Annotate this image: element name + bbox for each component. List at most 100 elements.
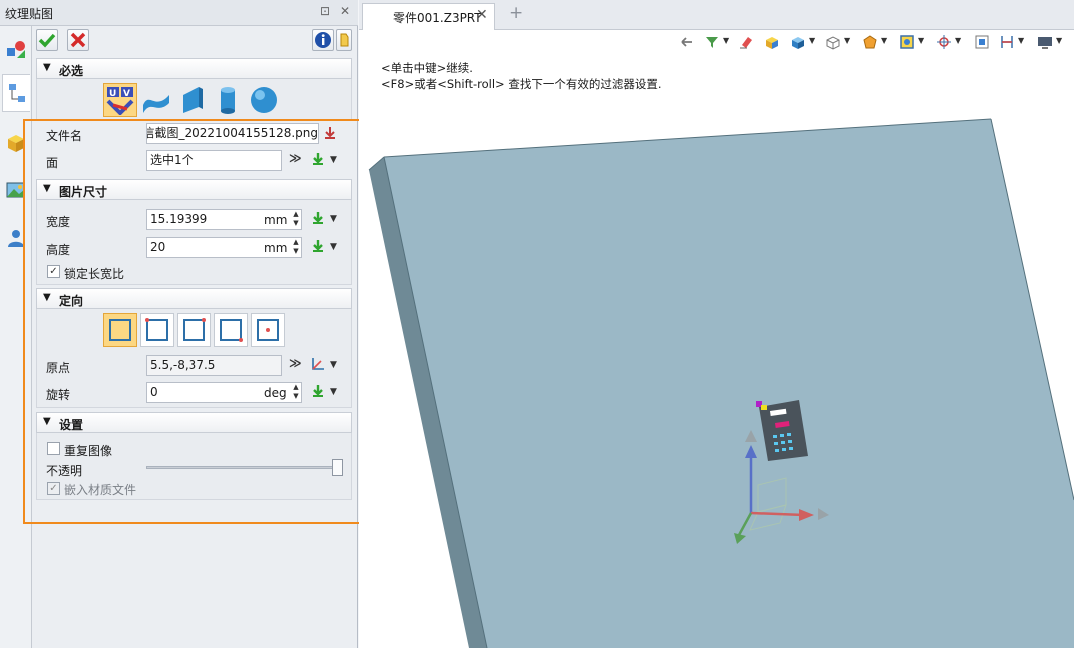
width-pick-icon[interactable] — [311, 211, 325, 225]
face-dropdown-icon[interactable]: ▼ — [330, 155, 337, 165]
width-dropdown-icon[interactable]: ▼ — [330, 214, 337, 224]
shapes-icon — [7, 41, 25, 58]
anchor-bottom-right-button[interactable] — [214, 313, 248, 347]
document-tab-bar: 零件001.Z3PRT ✕ + — [359, 0, 1074, 30]
anchor-center-button[interactable] — [251, 313, 285, 347]
file-name-value: \微信截图_20221004155128.png — [147, 126, 318, 140]
filter-button[interactable] — [701, 32, 723, 52]
measure-button[interactable] — [996, 32, 1018, 52]
section-required-header[interactable]: ▼ 必选 — [36, 58, 352, 79]
background-dropdown-icon[interactable]: ▼ — [918, 36, 924, 45]
display-dropdown-icon[interactable]: ▼ — [881, 36, 887, 45]
plane-icon — [183, 87, 203, 113]
repeat-image-checkbox[interactable] — [47, 442, 60, 455]
uv-mapping-button[interactable]: U V — [103, 83, 137, 117]
tab-close-icon[interactable]: ✕ — [476, 7, 488, 23]
frame-center-icon — [257, 319, 279, 341]
layer-button[interactable] — [1034, 32, 1056, 52]
undo-view-icon — [681, 37, 692, 47]
anchor-top-right-button[interactable] — [177, 313, 211, 347]
origin-field[interactable]: 5.5,-8,37.5 — [146, 355, 282, 376]
section-settings-header[interactable]: ▼ 设置 — [36, 412, 352, 433]
section-required-title: 必选 — [59, 64, 84, 78]
help-icon — [340, 33, 349, 47]
history-tree-icon — [8, 84, 25, 102]
document-tab[interactable]: 零件001.Z3PRT ✕ — [362, 3, 495, 30]
measure-icon — [1001, 36, 1013, 48]
origin-dropdown-icon[interactable]: ▼ — [330, 360, 337, 370]
filter-dropdown-icon[interactable]: ▼ — [723, 36, 729, 45]
background-button[interactable] — [896, 32, 918, 52]
side-tab-assembly[interactable] — [2, 124, 30, 162]
rotation-dropdown-icon[interactable]: ▼ — [330, 387, 337, 397]
height-spinner[interactable]: ▲ ▼ — [291, 238, 301, 257]
width-label: 宽度 — [46, 215, 71, 229]
measure-dropdown-icon[interactable]: ▼ — [1018, 36, 1024, 45]
view-back-button[interactable] — [676, 32, 698, 52]
file-name-field[interactable]: \微信截图_20221004155128.png — [146, 123, 319, 144]
surface-mapping-button[interactable] — [139, 83, 173, 117]
face-chevron-icon[interactable]: ≫ — [289, 151, 302, 165]
snap-button[interactable] — [933, 32, 955, 52]
origin-chevron-icon[interactable]: ≫ — [289, 356, 302, 370]
face-pick-icon[interactable] — [311, 152, 325, 166]
snap-dropdown-icon[interactable]: ▼ — [955, 36, 961, 45]
cross-icon — [70, 32, 86, 48]
shaded-button[interactable] — [761, 32, 783, 52]
lock-ratio-checkbox[interactable]: ✓ — [47, 265, 60, 278]
panel-close-icon[interactable]: ✕ — [338, 4, 352, 18]
document-tab-title: 零件001.Z3PRT — [393, 11, 482, 25]
ok-button[interactable] — [36, 29, 58, 51]
section-orientation-header[interactable]: ▼ 定向 — [36, 288, 352, 309]
height-dropdown-icon[interactable]: ▼ — [330, 242, 337, 252]
orient-dropdown-icon[interactable]: ▼ — [844, 36, 850, 45]
sphere-icon — [251, 87, 277, 113]
filter-icon — [706, 37, 718, 48]
lock-ratio-label: 锁定长宽比 — [64, 267, 125, 281]
plane-mapping-button[interactable] — [175, 83, 209, 117]
side-tab-visual[interactable] — [2, 171, 30, 209]
erase-button[interactable] — [735, 32, 757, 52]
width-spinner[interactable]: ▲ ▼ — [291, 210, 301, 229]
side-tab-shapes[interactable] — [2, 30, 30, 68]
opacity-slider-thumb[interactable] — [332, 459, 343, 476]
face-selection-field[interactable]: 选中1个 — [146, 150, 282, 171]
view-orient-button[interactable] — [822, 32, 844, 52]
frame-bottom-right-icon — [220, 319, 243, 342]
anchor-top-left-button[interactable] — [140, 313, 174, 347]
origin-label: 原点 — [46, 361, 71, 375]
new-tab-icon[interactable]: + — [509, 3, 523, 23]
pin-icon[interactable]: ⊡ — [318, 4, 332, 18]
opacity-slider-track[interactable] — [146, 466, 343, 469]
3d-scene — [368, 118, 1074, 648]
height-pick-icon[interactable] — [311, 239, 325, 253]
sphere-mapping-button[interactable] — [247, 83, 281, 117]
browse-file-icon[interactable] — [323, 126, 337, 140]
help-button[interactable] — [336, 29, 352, 51]
uv-map-icon: U V — [106, 87, 134, 115]
layer-dropdown-icon[interactable]: ▼ — [1056, 36, 1062, 45]
spin-down-icon: ▼ — [293, 392, 299, 400]
render-mode-button[interactable] — [787, 32, 809, 52]
embed-material-checkbox[interactable]: ✓ — [47, 482, 60, 495]
side-tab-strip — [0, 26, 32, 648]
wire-cube-icon — [826, 36, 840, 50]
section-image-size-header[interactable]: ▼ 图片尺寸 — [36, 179, 352, 200]
cancel-button[interactable] — [67, 29, 89, 51]
spin-up-icon: ▲ — [293, 210, 299, 218]
render-dropdown-icon[interactable]: ▼ — [809, 36, 815, 45]
info-button[interactable] — [312, 29, 334, 51]
eraser-icon — [740, 37, 752, 49]
side-tab-user[interactable] — [2, 219, 30, 257]
cube-icon — [792, 37, 804, 49]
section-image-size-title: 图片尺寸 — [59, 185, 108, 199]
graphics-viewport[interactable]: ▼ ▼ ▼ ▼ ▼ ▼ ▼ ▼ <单击中键>继续. <F8>或者<Shift-r… — [359, 30, 1074, 648]
rotation-spinner[interactable]: ▲ ▼ — [291, 383, 301, 402]
side-tab-tree[interactable] — [2, 74, 30, 112]
coordinate-axis-icon[interactable] — [310, 356, 326, 372]
display-button[interactable] — [859, 32, 881, 52]
cylinder-mapping-button[interactable] — [211, 83, 245, 117]
anchor-bottom-left-button[interactable] — [103, 313, 137, 347]
rotation-pick-icon[interactable] — [311, 384, 325, 398]
zoom-fit-button[interactable] — [971, 32, 993, 52]
